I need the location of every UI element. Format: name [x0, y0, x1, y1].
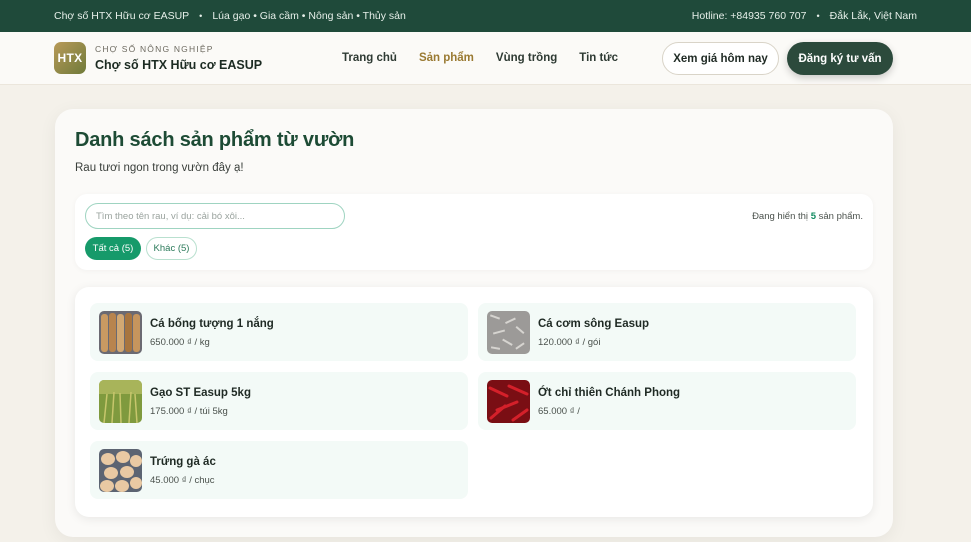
htx-logo[interactable]: HTX [54, 42, 86, 74]
product-price: 175.000 ₫ / túi 5kg [150, 406, 228, 417]
brand-name: Chợ số HTX Hữu cơ EASUP [95, 58, 263, 72]
product-list-card: Danh sách sản phẩm từ vườn Rau tươi ngon… [55, 109, 893, 537]
page-subtitle: Rau tươi ngon trong vườn đây ạ! [75, 162, 244, 174]
todays-price-button[interactable]: Xem giá hôm nay [662, 42, 779, 75]
nav-news[interactable]: Tin tức [579, 52, 618, 64]
chili-image [487, 380, 530, 423]
eggs-image [99, 449, 142, 492]
product-card[interactable]: Trứng gà ác 45.000 ₫ / chục [90, 441, 468, 499]
topbar-tags: Lúa gạo • Gia cầm • Nông sản • Thủy sản [212, 10, 406, 22]
count-value: 5 [810, 211, 816, 222]
product-price: 650.000 ₫ / kg [150, 337, 210, 348]
topbar-hotline[interactable]: Hotline: +84935 760 707 [692, 10, 807, 22]
product-name: Gạo ST Easup 5kg [150, 387, 251, 399]
product-name: Trứng gà ác [150, 456, 216, 468]
product-card[interactable]: Gạo ST Easup 5kg 175.000 ₫ / túi 5kg [90, 372, 468, 430]
site-header: HTX CHỢ SỐ NÔNG NGHIỆP Chợ số HTX Hữu cơ… [0, 32, 971, 85]
filter-panel: Đang hiển thị 5 sản phẩm. Tất cả (5) Khá… [75, 194, 873, 270]
anchovy-image [487, 311, 530, 354]
product-grid: Cá bống tượng 1 nắng 650.000 ₫ / kg Cá c… [75, 287, 873, 517]
topbar-name: Chợ số HTX Hữu cơ EASUP [54, 10, 190, 22]
topbar-separator-2: • [816, 11, 820, 21]
count-suffix: sản phẩm. [818, 211, 863, 222]
main-nav: Trang chủ Sản phẩm Vùng trồng Tin tức [342, 52, 640, 64]
dried-fish-image [99, 311, 142, 354]
product-price: 65.000 ₫ / [538, 406, 580, 417]
register-consult-button[interactable]: Đăng ký tư vấn [787, 42, 893, 75]
product-name: Ớt chỉ thiên Chánh Phong [538, 387, 681, 399]
product-card[interactable]: Cá cơm sông Easup 120.000 ₫ / gói [478, 303, 856, 361]
topbar-location: Đắk Lắk, Việt Nam [829, 10, 917, 22]
brand-block[interactable]: CHỢ SỐ NÔNG NGHIỆP Chợ số HTX Hữu cơ EAS… [95, 44, 262, 72]
product-price: 45.000 ₫ / chục [150, 475, 215, 486]
nav-home[interactable]: Trang chủ [342, 52, 397, 64]
chip-other[interactable]: Khác (5) [146, 237, 197, 260]
search-input[interactable] [85, 203, 345, 229]
product-card[interactable]: Ớt chỉ thiên Chánh Phong 65.000 ₫ / [478, 372, 856, 430]
product-card[interactable]: Cá bống tượng 1 nắng 650.000 ₫ / kg [90, 303, 468, 361]
rice-field-image [99, 380, 142, 423]
product-name: Cá bống tượng 1 nắng [150, 318, 274, 330]
count-prefix: Đang hiển thị [752, 211, 809, 222]
nav-products[interactable]: Sản phẩm [419, 52, 474, 64]
top-info-bar: Chợ số HTX Hữu cơ EASUP • Lúa gạo • Gia … [0, 0, 971, 32]
nav-growing-areas[interactable]: Vùng trồng [496, 52, 557, 64]
product-name: Cá cơm sông Easup [538, 318, 650, 330]
brand-kicker: CHỢ SỐ NÔNG NGHIỆP [95, 44, 214, 54]
page-title: Danh sách sản phẩm từ vườn [75, 129, 355, 151]
topbar-separator: • [199, 11, 203, 21]
result-count: Đang hiển thị 5 sản phẩm. [752, 211, 863, 222]
product-price: 120.000 ₫ / gói [538, 337, 601, 348]
chip-all[interactable]: Tất cả (5) [85, 237, 141, 260]
